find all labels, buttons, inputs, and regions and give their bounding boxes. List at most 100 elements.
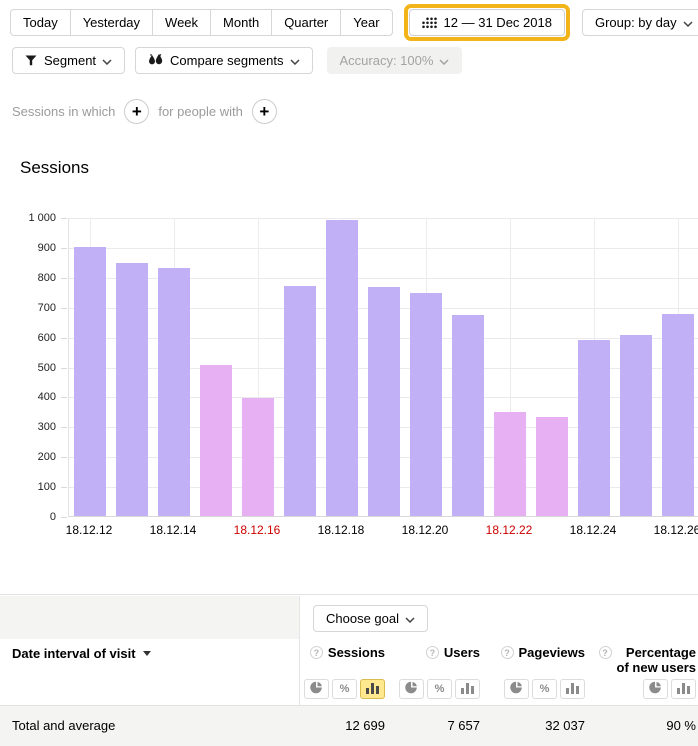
y-axis-tick [61, 308, 67, 309]
column-header-pageviews[interactable]: ? Pageviews [490, 645, 585, 660]
y-axis-tick [61, 338, 67, 339]
bars-view-button[interactable] [455, 679, 480, 699]
pie-view-button[interactable] [643, 679, 668, 699]
y-axis-label-300: 300 [0, 421, 56, 433]
bar-18.12.13[interactable] [116, 263, 148, 516]
pie-chart-icon [510, 681, 523, 697]
percent-view-button[interactable]: % [427, 679, 452, 699]
percent-icon: % [540, 683, 550, 695]
bar-18.12.18[interactable] [326, 220, 358, 516]
total-value-pageviews: 32 037 [490, 718, 585, 733]
y-axis-tick [61, 457, 67, 458]
help-icon[interactable]: ? [310, 646, 323, 659]
y-axis-tick [61, 278, 67, 279]
y-axis-label-100: 100 [0, 481, 56, 493]
column-header-text: Sessions [328, 645, 385, 660]
column-header-sessions[interactable]: ? Sessions [295, 645, 385, 660]
y-axis-tick [61, 487, 67, 488]
percent-view-button[interactable]: % [332, 679, 357, 699]
x-axis-label-18.12.24: 18.12.24 [561, 523, 625, 537]
x-axis-label-18.12.22: 18.12.22 [477, 523, 541, 537]
bar-chart-icon [677, 682, 690, 697]
metric-view-switcher-users: % [390, 679, 480, 699]
pie-view-button[interactable] [399, 679, 424, 699]
y-axis-label-1000: 1 000 [0, 212, 56, 224]
bars-view-button[interactable] [671, 679, 696, 699]
x-axis-label-18.12.20: 18.12.20 [393, 523, 457, 537]
pie-view-button[interactable] [304, 679, 329, 699]
bar-18.12.17[interactable] [284, 286, 316, 516]
metrics-table: Choose goal Date interval of visit ? Sess… [0, 594, 698, 745]
pie-view-button[interactable] [504, 679, 529, 699]
bar-18.12.14[interactable] [158, 268, 190, 516]
column-header-text: Users [444, 645, 480, 660]
help-icon[interactable]: ? [426, 646, 439, 659]
y-axis-label-700: 700 [0, 302, 56, 314]
bar-18.12.22[interactable] [494, 412, 526, 516]
column-header-text: Pageviews [519, 645, 586, 660]
x-axis-label-18.12.16: 18.12.16 [225, 523, 289, 537]
x-axis-label-18.12.12: 18.12.12 [57, 523, 121, 537]
bar-18.12.12[interactable] [74, 247, 106, 516]
y-axis-tick [61, 397, 67, 398]
column-header-users[interactable]: ? Users [390, 645, 480, 660]
bar-chart-icon [461, 682, 474, 697]
goal-band-left-cell [0, 596, 299, 639]
total-value-sessions: 12 699 [295, 718, 385, 733]
pie-chart-icon [649, 681, 662, 697]
bar-18.12.25[interactable] [620, 335, 652, 516]
pie-chart-icon [310, 681, 323, 697]
bar-18.12.15[interactable] [200, 365, 232, 516]
y-axis-tick [61, 517, 67, 518]
sort-descending-icon [143, 651, 151, 656]
y-axis-label-900: 900 [0, 242, 56, 254]
h-gridline [69, 248, 698, 249]
help-icon[interactable]: ? [501, 646, 514, 659]
y-axis-label-0: 0 [0, 511, 56, 523]
pie-chart-icon [405, 681, 418, 697]
column-header-line1: Users [444, 645, 480, 660]
column-header-line2: of new users [617, 660, 696, 675]
dimension-header[interactable]: Date interval of visit [12, 646, 151, 661]
bars-view-button[interactable] [560, 679, 585, 699]
bars-view-button[interactable] [360, 679, 385, 699]
x-axis-label-18.12.14: 18.12.14 [141, 523, 205, 537]
metric-view-switcher-pageviews: % [490, 679, 585, 699]
sessions-bar-chart: 01002003004005006007008009001 00018.12.1… [0, 0, 698, 560]
dimension-header-label: Date interval of visit [12, 646, 136, 661]
bar-18.12.16[interactable] [242, 398, 274, 516]
metric-view-switcher-percentage [595, 679, 696, 699]
bar-18.12.26[interactable] [662, 314, 694, 516]
bar-18.12.24[interactable] [578, 340, 610, 516]
bar-18.12.21[interactable] [452, 315, 484, 516]
bar-chart-icon [366, 682, 379, 697]
chevron-down-icon [405, 611, 415, 626]
x-axis-label-18.12.26: 18.12.26 [645, 523, 698, 537]
column-header-line1: Sessions [328, 645, 385, 660]
choose-goal-label: Choose goal [326, 611, 399, 626]
bar-18.12.20[interactable] [410, 293, 442, 516]
total-value-users: 7 657 [390, 718, 480, 733]
column-header-line1: Pageviews [519, 645, 586, 660]
y-axis-label-500: 500 [0, 362, 56, 374]
percent-view-button[interactable]: % [532, 679, 557, 699]
y-axis-tick [61, 248, 67, 249]
total-row-label: Total and average [12, 718, 115, 733]
x-axis-label-18.12.18: 18.12.18 [309, 523, 373, 537]
percent-icon: % [340, 683, 350, 695]
percent-icon: % [435, 683, 445, 695]
bar-chart-icon [566, 682, 579, 697]
total-value-percentage: 90 % [595, 718, 696, 733]
choose-goal-dropdown[interactable]: Choose goal [313, 605, 428, 632]
y-axis-label-400: 400 [0, 391, 56, 403]
bar-18.12.19[interactable] [368, 287, 400, 516]
h-gridline [69, 218, 698, 219]
y-axis-label-800: 800 [0, 272, 56, 284]
y-axis-tick [61, 368, 67, 369]
column-header-text: Percentageof new users [617, 645, 696, 675]
help-icon[interactable]: ? [599, 646, 612, 659]
metric-view-switcher-sessions: % [295, 679, 385, 699]
column-header-percentage[interactable]: ? Percentageof new users [595, 645, 696, 675]
bar-18.12.23[interactable] [536, 417, 568, 516]
plot-area [68, 218, 698, 517]
